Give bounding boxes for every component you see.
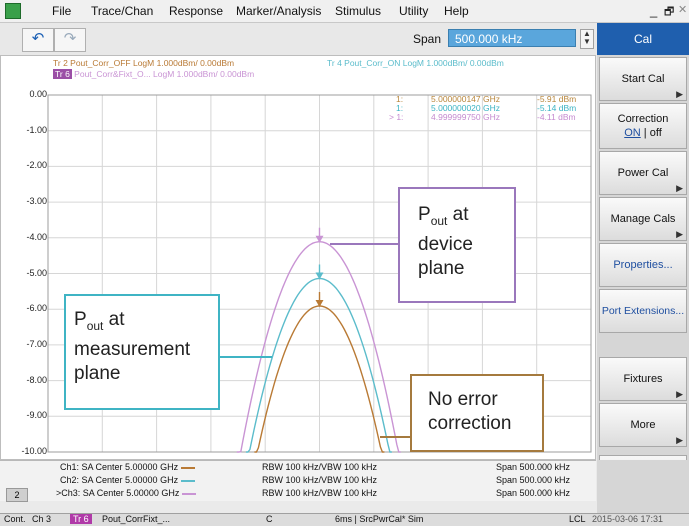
channel-1-row: Ch1: SA Center 5.00000 GHz — [60, 462, 195, 472]
more-button[interactable]: More ▶ — [599, 403, 687, 447]
channel-number[interactable]: 2 — [6, 488, 28, 502]
callout-device-line1: Pout at — [418, 203, 514, 233]
status-c: C — [266, 514, 273, 524]
properties-button[interactable]: Properties... — [599, 243, 687, 287]
p-symbol: P — [74, 309, 87, 330]
callout-measurement-plane: Pout at measurement plane — [64, 294, 220, 410]
channel-1-swatch — [180, 466, 195, 469]
status-cont: Cont. — [4, 514, 26, 524]
toolbar: ↶ ↷ Span 500.000 kHz ▲ ▼ — [0, 23, 596, 55]
correction-off[interactable]: off — [650, 127, 662, 139]
span-label: Span — [413, 32, 442, 46]
subscript-out: out — [86, 318, 104, 333]
marker-freq: 4.999999750 GHz — [431, 112, 500, 122]
minimize-icon[interactable]: _ — [650, 3, 657, 18]
power-cal-label: Power Cal — [617, 167, 669, 179]
menu-response[interactable]: Response — [169, 4, 223, 18]
p-symbol: P — [418, 204, 431, 225]
channel-3-rbw: RBW 100 kHz/VBW 100 kHz — [262, 488, 378, 498]
channel-status: Ch1: SA Center 5.00000 GHz RBW 100 kHz/V… — [0, 460, 596, 502]
status-trace-name: Pout_CorrFixt_... — [102, 514, 171, 524]
channel-3-row: >Ch3: SA Center 5.00000 GHz — [56, 488, 196, 498]
trace-badge: Tr 6 — [70, 514, 92, 524]
subscript-out: out — [430, 213, 448, 228]
callout-text: at — [447, 204, 469, 225]
menu-help[interactable]: Help — [444, 4, 469, 18]
callout-text: correction — [428, 413, 512, 434]
channel-2-span: Span 500.000 kHz — [496, 475, 571, 485]
span-input[interactable]: 500.000 kHz — [448, 29, 576, 47]
status-sweep: 6ms | SrcPwrCal* Sim — [335, 514, 424, 524]
correction-on[interactable]: ON — [624, 127, 641, 139]
channel-2-row: Ch2: SA Center 5.00000 GHz — [60, 475, 195, 485]
channel-label: >Ch3: SA Center 5.00000 GHz — [56, 488, 180, 498]
manage-cals-label: Manage Cals — [610, 213, 676, 225]
callout-meas-line1: Pout at — [74, 308, 218, 338]
menu-bar: File Trace/Chan Response Marker/Analysis… — [0, 0, 689, 23]
softkey-panel: Cal Start Cal ▶ Correction ON | off Power… — [597, 23, 689, 513]
status-datetime: 2015-03-06 17:31 — [592, 514, 664, 524]
span-spinner[interactable]: ▲ ▼ — [580, 29, 594, 49]
app-icon[interactable] — [5, 3, 21, 19]
menu-marker-analysis[interactable]: Marker/Analysis — [236, 4, 321, 18]
start-cal-label: Start Cal — [621, 73, 665, 85]
panel-title: Cal — [597, 23, 689, 55]
channel-label: Ch2: SA Center 5.00000 GHz — [60, 475, 179, 485]
correction-toggle[interactable]: Correction ON | off — [599, 103, 687, 149]
correction-label: Correction — [617, 113, 669, 125]
status-lcl: LCL — [569, 514, 586, 524]
marker-3-row: > 1: 4.999999750 GHz -4.11 dBm — [389, 112, 576, 122]
callout-no-error-correction: No error correction — [410, 374, 544, 452]
callout-device-plane: Pout at device plane — [398, 187, 516, 303]
fixtures-button[interactable]: Fixtures ▶ — [599, 357, 687, 401]
redo-icon[interactable]: ↷ — [54, 28, 86, 52]
callout-text: plane — [418, 257, 465, 279]
status-bar: Cont. Ch 3 Tr 6 Pout_CorrFixt_... C 6ms … — [0, 513, 689, 526]
channel-2-rbw: RBW 100 kHz/VBW 100 kHz — [262, 475, 378, 485]
restore-icon[interactable]: 🗗 — [664, 3, 674, 22]
channel-1-span: Span 500.000 kHz — [496, 462, 571, 472]
callout-text: No error — [428, 389, 498, 410]
more-label: More — [630, 419, 656, 431]
channel-3-swatch — [181, 492, 196, 495]
power-cal-button[interactable]: Power Cal ▶ — [599, 151, 687, 195]
channel-1-rbw: RBW 100 kHz/VBW 100 kHz — [262, 462, 378, 472]
close-icon[interactable]: ✕ — [678, 3, 687, 16]
start-cal-button[interactable]: Start Cal ▶ — [599, 57, 687, 101]
callout-text: device — [418, 233, 473, 255]
menu-stimulus[interactable]: Stimulus — [335, 4, 381, 18]
channel-label: Ch1: SA Center 5.00000 GHz — [60, 462, 179, 472]
manage-cals-button[interactable]: Manage Cals ▶ — [599, 197, 687, 241]
port-extensions-button[interactable]: Port Extensions... — [599, 289, 687, 333]
menu-utility[interactable]: Utility — [399, 4, 428, 18]
menu-file[interactable]: File — [52, 4, 71, 18]
marker-value: -4.11 dBm — [537, 112, 576, 122]
menu-trace-chan[interactable]: Trace/Chan — [91, 4, 153, 18]
callout-text: at — [103, 309, 125, 330]
callout-text: plane — [74, 362, 121, 384]
marker-id: > 1: — [389, 112, 404, 122]
undo-icon[interactable]: ↶ — [22, 28, 54, 52]
callout-text: measurement — [74, 338, 191, 360]
fixtures-label: Fixtures — [623, 373, 663, 385]
panel-footer — [597, 460, 689, 513]
channel-3-span: Span 500.000 kHz — [496, 488, 571, 498]
channel-2-swatch — [180, 479, 195, 482]
status-channel: Ch 3 — [32, 514, 52, 524]
